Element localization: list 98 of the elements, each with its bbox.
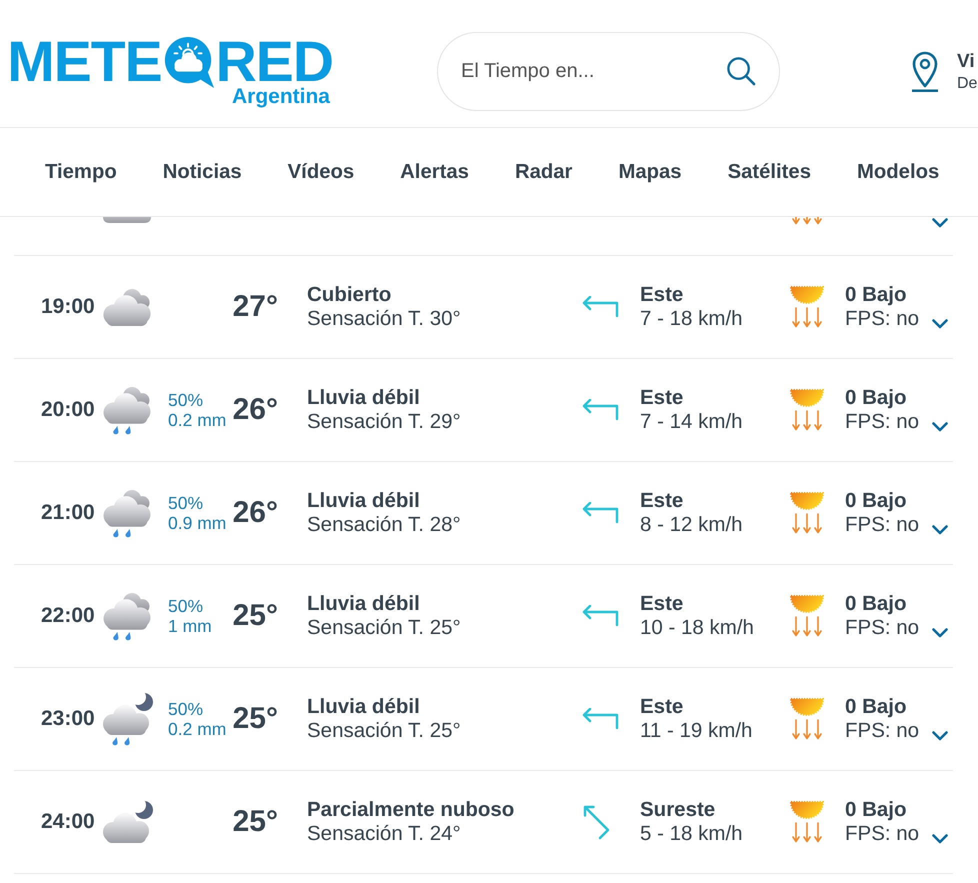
rain-cloud-icon [102,592,152,640]
location-name[interactable]: Vi [957,50,978,74]
chevron-down-icon[interactable] [932,218,948,228]
feels-like-text: Sensación T. 25° [307,616,461,640]
cloud-icon [102,288,152,326]
hour-time: 23:00 [41,707,96,731]
temperature: 26° [232,496,278,530]
wind-speed: 7 - 18 km/h [640,307,743,331]
nav-item[interactable]: Modelos [857,160,940,184]
wind-arrow-icon [582,399,620,421]
rain-probability: 50% [168,493,204,513]
rain-amount: 1 mm [168,616,213,636]
rain-amount: 0.2 mm [168,410,228,430]
hour-time: 20:00 [41,398,96,422]
sun-arrows-icon [790,595,824,637]
fps-text: FPS: no [845,307,920,331]
nav-item[interactable]: Vídeos [288,160,354,184]
temperature: 25° [232,702,278,736]
fps-text: FPS: no [845,719,920,743]
chevron-down-icon[interactable] [932,834,948,844]
wind-direction: Este [640,386,684,410]
fps-text: FPS: no [845,822,920,846]
wind-speed: 8 - 12 km/h [640,513,743,537]
hour-time: 21:00 [41,501,96,525]
chevron-down-icon[interactable] [932,319,948,329]
search-icon[interactable] [726,56,756,86]
wind-speed: 10 - 18 km/h [640,616,754,640]
wind-arrow-icon [582,502,620,524]
fps-text: FPS: no [845,410,920,434]
nav-item[interactable]: Radar [514,160,572,184]
uv-index: 0 Bajo [845,695,907,719]
rain-amount: 0.9 mm [168,513,228,533]
uv-index: 0 Bajo [845,386,907,410]
condition-text: Lluvia débil [307,695,420,719]
fps-text: FPS: no [845,513,920,537]
logo-text: RED [216,39,333,85]
wind-arrow-icon [582,605,620,627]
sun-arrows-icon [790,286,824,328]
uv-index: 0 Bajo [845,283,907,307]
wind-direction: Este [640,489,684,513]
uv-index: 0 Bajo [845,489,907,513]
wind-direction: Sureste [640,798,716,822]
uv-index: 0 Bajo [845,592,907,616]
sun-arrows-icon [790,698,824,740]
map-pin-icon[interactable] [910,51,940,92]
hour-time: 22:00 [41,604,96,628]
logo-region: Argentina [232,86,330,108]
wind-arrow-icon [582,708,620,730]
nav-item[interactable]: Satélites [728,160,811,184]
feels-like-text: Sensación T. 25° [307,719,461,743]
moon-cloud-icon [102,800,154,844]
wind-speed: 11 - 19 km/h [640,719,752,743]
location-detail: De [957,74,978,94]
condition-text: Lluvia débil [307,592,420,616]
rain-probability: 50% [168,390,204,410]
temperature: 26° [232,393,278,427]
wind-arrow-icon [582,296,620,318]
rain-amount: 0.2 mm [168,719,228,739]
arrow-tips-icon [790,217,824,225]
feels-like-text: Sensación T. 29° [307,410,461,434]
wind-direction: Este [640,695,684,719]
sun-arrows-icon [790,492,824,534]
feels-like-text: Sensación T. 30° [307,307,461,331]
nav-item[interactable]: Noticias [162,160,242,184]
temperature: 25° [232,805,278,839]
condition-text: Lluvia débil [307,489,420,513]
fps-text: FPS: no [845,616,920,640]
uv-index: 0 Bajo [845,798,907,822]
search-field[interactable]: El Tiempo en... [437,32,780,111]
rain-cloud-icon [102,488,152,538]
moon-rain-cloud-icon [102,692,154,746]
feels-like-text: Sensación T. 24° [307,822,461,846]
condition-text: Lluvia débil [307,386,420,410]
nav-item[interactable]: Tiempo [45,160,117,184]
sun-arrows-icon [790,801,824,843]
nav-item[interactable]: Mapas [618,160,682,184]
feels-like-text: Sensación T. 28° [307,513,461,537]
wind-speed: 5 - 18 km/h [640,822,743,846]
rain-cloud-icon [102,386,152,434]
logo-text: METE [7,39,162,85]
rain-probability: 50% [168,596,204,616]
condition-text: Cubierto [307,283,392,307]
nav-item[interactable]: Alertas [400,160,469,184]
temperature: 27° [232,290,278,324]
chevron-down-icon[interactable] [932,731,948,741]
chevron-down-icon[interactable] [932,628,948,638]
chevron-down-icon[interactable] [932,525,948,535]
wind-direction: Este [640,592,684,616]
rain-probability: 50% [168,699,204,719]
sun-arrows-icon [790,389,824,431]
hour-time: 19:00 [41,295,96,319]
chevron-down-icon[interactable] [932,422,948,432]
condition-text: Parcialmente nuboso [307,798,514,822]
wind-direction: Este [640,283,684,307]
wind-speed: 7 - 14 km/h [640,410,743,434]
cloud-icon [102,217,152,223]
hour-time: 24:00 [41,810,96,834]
temperature: 25° [232,599,278,633]
